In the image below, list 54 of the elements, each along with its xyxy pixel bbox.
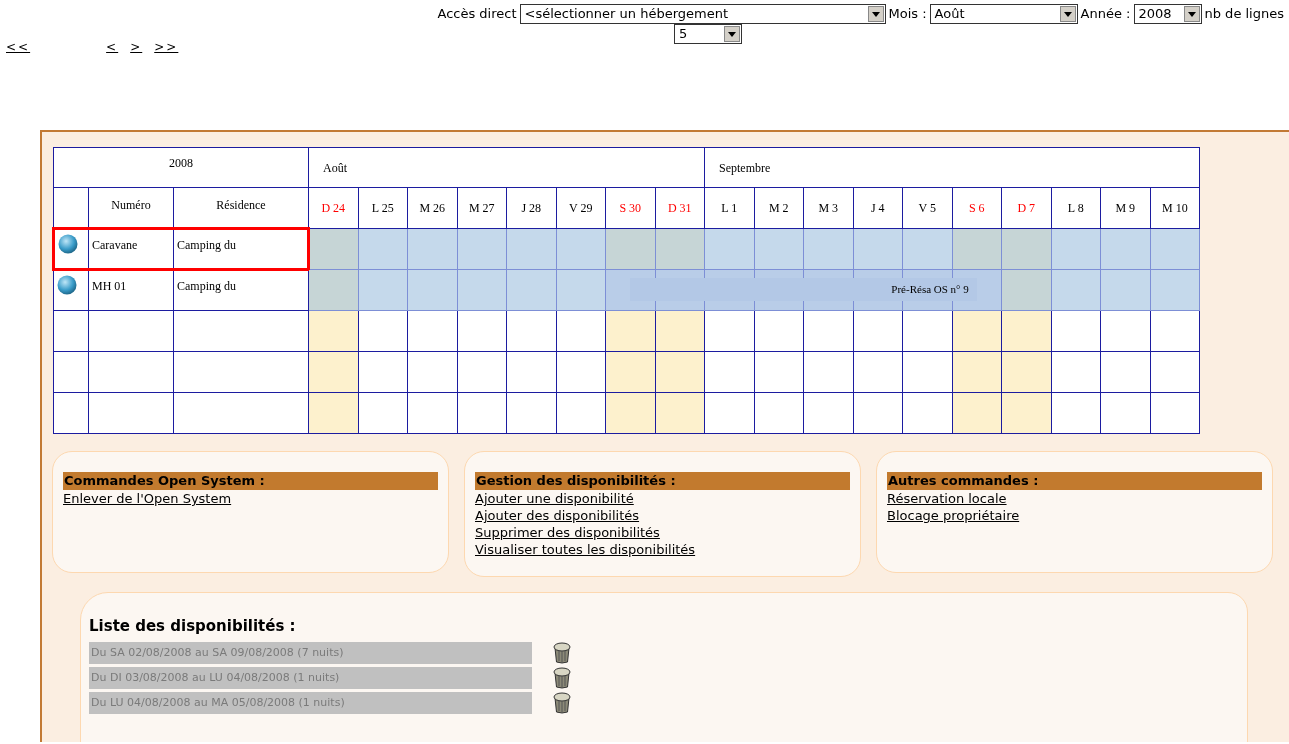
day-header: L 25 [358, 187, 408, 229]
day-header: M 10 [1150, 187, 1200, 229]
command-link[interactable]: Supprimer des disponibilités [475, 525, 660, 540]
day-header: V 29 [556, 187, 606, 229]
command-link[interactable]: Enlever de l'Open System [63, 491, 232, 506]
day-header: S 6 [952, 187, 1002, 229]
panel-title: Commandes Open System : [63, 472, 438, 490]
day-header: L 8 [1051, 187, 1101, 229]
select-field[interactable]: Août [929, 4, 1078, 24]
field-label: Année : [1080, 5, 1131, 23]
day-header: S 30 [605, 187, 655, 229]
nav-link[interactable]: << [6, 38, 31, 56]
month-header: Septembre [704, 147, 1200, 188]
command-link[interactable]: Ajouter une disponibilité [475, 491, 634, 506]
table-cell: Camping du [173, 228, 309, 270]
nav-link[interactable]: > [130, 38, 143, 56]
day-header: M 2 [754, 187, 804, 229]
year-header: 2008 [53, 147, 309, 188]
list-title: Liste des disponibilités : [89, 616, 297, 637]
day-header: M 3 [803, 187, 853, 229]
day-header: M 26 [407, 187, 457, 229]
field-label: nb de lignes [1204, 5, 1284, 23]
select-field[interactable]: 2008 [1133, 4, 1202, 24]
trash-icon[interactable] [553, 641, 571, 664]
select-field[interactable]: <sélectionner un hébergement [519, 4, 886, 24]
trash-icon[interactable] [553, 666, 571, 689]
day-header: M 27 [457, 187, 507, 229]
table-cell: MH 01 [88, 269, 174, 311]
day-header: D 24 [308, 187, 358, 229]
trash-icon[interactable] [553, 691, 571, 714]
command-link[interactable]: Visualiser toutes les disponibilités [475, 542, 696, 557]
globe-icon[interactable] [58, 234, 78, 254]
day-header: J 4 [853, 187, 903, 229]
day-header: M 9 [1100, 187, 1150, 229]
table-cell: Caravane [88, 228, 174, 270]
booking-bar[interactable]: Pré-Résa OS n° 9 [630, 278, 977, 301]
globe-icon[interactable] [57, 275, 77, 295]
day-header: D 31 [655, 187, 705, 229]
panel-title: Gestion des disponibilités : [475, 472, 850, 490]
command-link[interactable]: Réservation locale [887, 491, 1007, 506]
command-link[interactable]: Ajouter des disponibilités [475, 508, 640, 523]
table-cell: Camping du [173, 269, 309, 311]
nav-link[interactable]: < [106, 38, 119, 56]
field-label: Mois : [888, 5, 927, 23]
panel-title: Autres commandes : [887, 472, 1262, 490]
month-header: Août [308, 147, 705, 188]
select-field[interactable]: 5 [674, 24, 742, 44]
field-label: Accès direct [437, 5, 517, 23]
day-header: V 5 [902, 187, 952, 229]
day-header: D 7 [1001, 187, 1051, 229]
command-link[interactable]: Blocage propriétaire [887, 508, 1020, 523]
nav-link[interactable]: >> [154, 38, 179, 56]
day-header: L 1 [704, 187, 754, 229]
day-header: J 28 [506, 187, 556, 229]
